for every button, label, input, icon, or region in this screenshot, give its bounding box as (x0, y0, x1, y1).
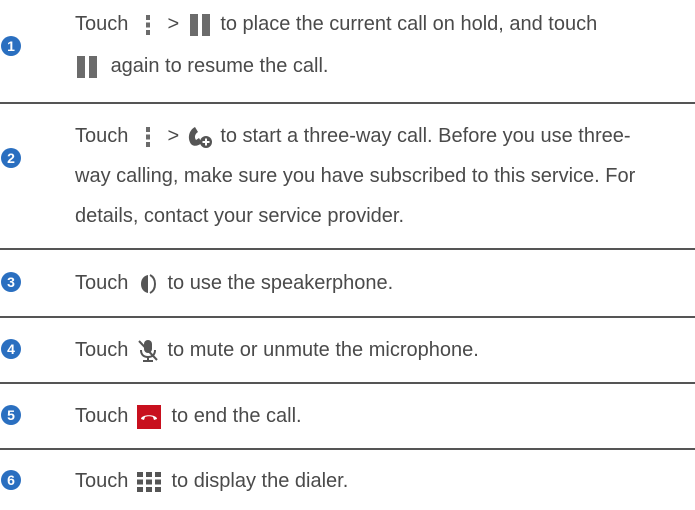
step-1-text-b: again to resume the call. (110, 55, 329, 77)
step-6: 6 Touch to display the dialer. (0, 450, 695, 510)
step-1-text-a: to place the current call on hold, and t… (220, 13, 598, 35)
step-1: 1 Touch > to place the current call on h… (0, 0, 695, 102)
step-3-text: to use the speakerphone. (167, 272, 394, 294)
step-number-badge: 2 (1, 148, 21, 168)
step-number-badge: 4 (1, 339, 21, 359)
step-5-text: to end the call. (171, 405, 302, 427)
touch-word: Touch (75, 405, 129, 427)
instruction-list: 1 Touch > to place the current call on h… (0, 0, 695, 510)
touch-word: Touch (75, 13, 129, 35)
hold-icon (75, 55, 105, 79)
step-5-line: Touch to end the call. (75, 396, 675, 436)
step-1-line-2: again to resume the call. (75, 46, 675, 86)
step-2-text-c: details, contact your service provider. (75, 205, 405, 227)
step-number-badge: 3 (1, 272, 21, 292)
touch-word: Touch (75, 470, 129, 492)
step-number-badge: 1 (1, 36, 21, 56)
step-3: 3 Touch to use the speakerphone. (0, 250, 695, 316)
step-4: 4 Touch to mute or unmute the microphone… (0, 318, 695, 382)
add-call-icon (185, 124, 215, 150)
step-2-line-1: Touch > to start a three-way call. Befor… (75, 116, 675, 156)
arrow-separator: > (167, 13, 180, 35)
step-5: 5 Touch to end the call. (0, 384, 695, 448)
step-number-badge: 6 (1, 470, 21, 490)
step-6-line: Touch to display the dialer. (75, 461, 675, 501)
menu-icon (134, 14, 162, 36)
step-4-text: to mute or unmute the microphone. (167, 339, 479, 361)
touch-word: Touch (75, 272, 129, 294)
step-3-line: Touch to use the speakerphone. (75, 263, 675, 303)
step-1-line-1: Touch > to place the current call on hol… (75, 4, 675, 44)
step-4-line: Touch to mute or unmute the microphone. (75, 330, 675, 370)
step-number-badge: 5 (1, 405, 21, 425)
speaker-icon (134, 272, 162, 296)
arrow-separator: > (167, 125, 180, 147)
end-call-icon (134, 404, 166, 430)
step-2-text-a: to start a three-way call. Before you us… (220, 125, 631, 147)
touch-word: Touch (75, 339, 129, 361)
mute-icon (134, 338, 162, 364)
touch-word: Touch (75, 125, 129, 147)
menu-icon (134, 126, 162, 148)
dialpad-icon (134, 470, 166, 494)
hold-icon (185, 13, 215, 37)
step-2-text-b: way calling, make sure you have subscrib… (75, 165, 636, 187)
step-6-text: to display the dialer. (171, 470, 349, 492)
step-2: 2 Touch > to start a three-way call. Bef… (0, 104, 695, 248)
